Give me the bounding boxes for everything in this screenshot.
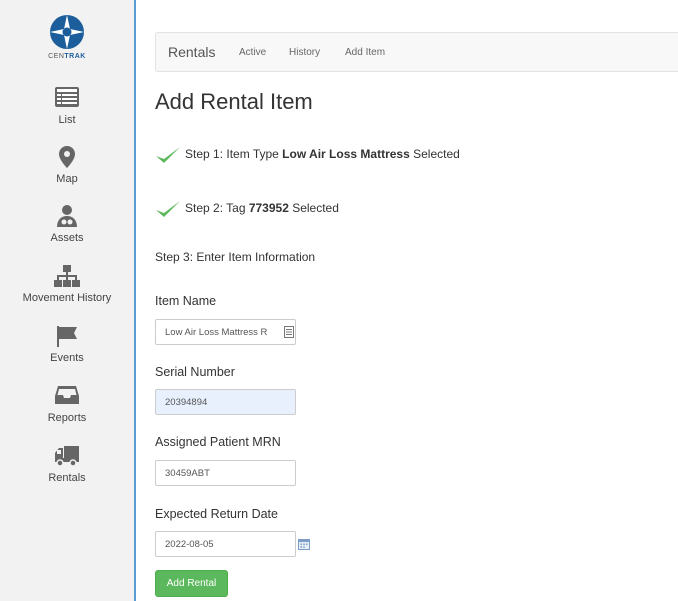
step-2-prefix: Step 2: Tag	[185, 201, 249, 216]
sidebar-item-label: Movement History	[22, 292, 112, 304]
logo: CENTRAK	[0, 14, 134, 60]
sidebar-item-assets[interactable]: Assets	[0, 204, 134, 244]
step-1-suffix: Selected	[409, 147, 460, 162]
sidebar: CENTRAK List Map Assets Movement History…	[0, 0, 136, 601]
logo-text: CENTRAK	[48, 53, 86, 60]
sidebar-item-label: Reports	[47, 412, 87, 424]
sidebar-item-label: Assets	[50, 232, 84, 244]
return-date-label: Expected Return Date	[155, 507, 278, 521]
inbox-icon	[0, 384, 134, 408]
step-1-item-type: Low Air Loss Mattress	[282, 147, 410, 162]
list-icon	[0, 86, 134, 110]
patient-mrn-label: Assigned Patient MRN	[155, 435, 281, 449]
page-title: Add Rental Item	[155, 89, 313, 114]
navlink-active[interactable]: Active	[239, 47, 266, 58]
map-pin-icon	[0, 145, 134, 169]
step-2-suffix: Selected	[288, 201, 339, 216]
sidebar-item-list[interactable]: List	[0, 86, 134, 126]
top-navbar: Rentals Active History Add Item	[155, 32, 678, 72]
return-date-input[interactable]	[155, 531, 296, 557]
step-1-prefix: Step 1: Item Type	[185, 147, 283, 162]
serial-number-input[interactable]	[155, 389, 296, 415]
sidebar-item-movement-history[interactable]: Movement History	[0, 264, 134, 304]
item-name-input[interactable]	[155, 319, 296, 345]
calendar-icon[interactable]	[298, 538, 310, 550]
truck-icon	[0, 444, 134, 468]
checkmark-icon	[156, 147, 180, 163]
item-name-label: Item Name	[155, 294, 217, 308]
centrak-logo-icon	[50, 15, 84, 49]
patient-mrn-input[interactable]	[155, 460, 296, 486]
step-1: Step 1: Item Type Low Air Loss Mattress …	[155, 145, 460, 165]
autofill-icon[interactable]	[284, 326, 294, 338]
sidebar-item-events[interactable]: Events	[0, 324, 134, 364]
serial-number-label: Serial Number	[155, 365, 235, 379]
assets-icon	[0, 204, 134, 228]
navlink-add-item[interactable]: Add Item	[345, 47, 385, 58]
step-3: Step 3: Enter Item Information	[155, 250, 316, 264]
sidebar-item-reports[interactable]: Reports	[0, 384, 134, 424]
sidebar-item-label: List	[58, 114, 76, 126]
sidebar-item-map[interactable]: Map	[0, 145, 134, 185]
sidebar-item-label: Rentals	[48, 472, 86, 484]
checkmark-icon	[156, 201, 180, 217]
flag-icon	[0, 324, 134, 348]
step-2-tag: 773952	[248, 201, 289, 216]
navbar-brand-rentals[interactable]: Rentals	[168, 44, 215, 60]
step-2: Step 2: Tag 773952 Selected	[155, 199, 339, 219]
add-rental-button[interactable]: Add Rental	[155, 570, 228, 597]
sidebar-item-label: Events	[50, 352, 84, 364]
movement-history-icon	[0, 264, 134, 288]
sidebar-item-rentals[interactable]: Rentals	[0, 444, 134, 484]
navlink-history[interactable]: History	[289, 47, 320, 58]
sidebar-item-label: Map	[56, 173, 78, 185]
